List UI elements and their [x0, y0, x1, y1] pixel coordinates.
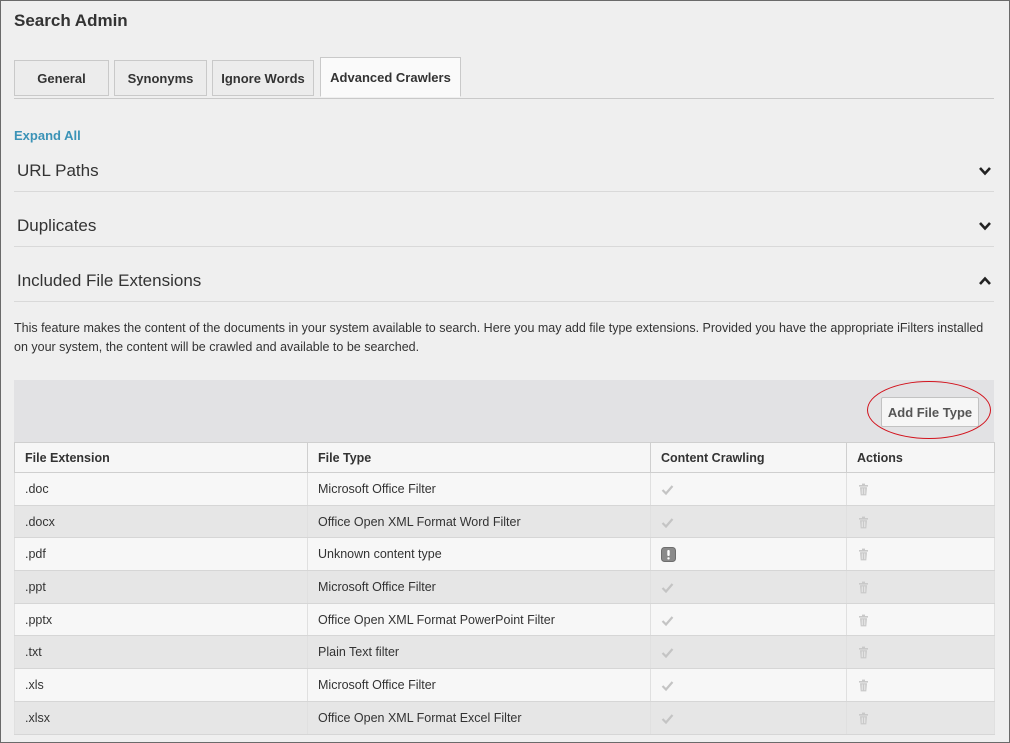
expand-all-link[interactable]: Expand All: [14, 128, 81, 143]
trash-icon[interactable]: [857, 580, 870, 594]
section-duplicates[interactable]: Duplicates: [14, 206, 994, 247]
cell-file-extension: .xls: [14, 668, 308, 702]
cell-file-type: Microsoft Office Filter: [307, 570, 651, 604]
tab-advanced-crawlers[interactable]: Advanced Crawlers: [320, 57, 461, 97]
cell-actions: [846, 603, 995, 637]
cell-content-crawling: [650, 668, 847, 702]
section-url-paths[interactable]: URL Paths: [14, 151, 994, 192]
tab-synonyms[interactable]: Synonyms: [114, 60, 207, 96]
cell-file-type: Microsoft Office Filter: [307, 668, 651, 702]
cell-file-type: Microsoft Office Filter: [307, 472, 651, 506]
cell-content-crawling: [650, 505, 847, 539]
column-header-file-extension[interactable]: File Extension: [14, 442, 308, 473]
cell-content-crawling: [650, 701, 847, 735]
check-icon: [661, 645, 674, 659]
trash-icon[interactable]: [857, 645, 870, 659]
section-description: This feature makes the content of the do…: [14, 321, 984, 354]
cell-file-extension: .pptx: [14, 603, 308, 637]
check-icon: [661, 678, 674, 692]
cell-file-type: Plain Text filter: [307, 635, 651, 670]
cell-actions: [846, 635, 995, 670]
cell-file-extension: .ppt: [14, 570, 308, 604]
section-title: Included File Extensions: [17, 271, 202, 290]
cell-content-crawling: [650, 537, 847, 572]
table-row: .doc Microsoft Office Filter: [14, 472, 995, 506]
section-title: URL Paths: [17, 161, 99, 180]
section-included-file-extensions[interactable]: Included File Extensions: [14, 261, 994, 302]
table-row: .pdf Unknown content type: [14, 537, 995, 572]
cell-content-crawling: [650, 635, 847, 670]
tab-bar: General Synonyms Ignore Words Advanced C…: [14, 57, 994, 99]
add-file-type-button[interactable]: Add File Type: [881, 397, 979, 427]
column-header-file-type[interactable]: File Type: [307, 442, 651, 473]
cell-actions: [846, 505, 995, 539]
cell-file-extension: .docx: [14, 505, 308, 539]
trash-icon[interactable]: [857, 612, 870, 627]
check-icon: [661, 482, 674, 496]
cell-content-crawling: [650, 472, 847, 506]
cell-actions: [846, 472, 995, 506]
check-icon: [661, 514, 674, 528]
trash-icon[interactable]: [857, 711, 870, 725]
table-row: .xlsx Office Open XML Format Excel Filter: [14, 701, 995, 735]
trash-icon[interactable]: [857, 547, 870, 561]
check-icon: [661, 580, 674, 594]
cell-file-extension: .pdf: [14, 537, 308, 572]
cell-file-extension: .txt: [14, 635, 308, 670]
tab-general[interactable]: General: [14, 60, 109, 96]
cell-file-type: Office Open XML Format Word Filter: [307, 505, 651, 539]
trash-icon[interactable]: [857, 482, 870, 496]
table-header-row: File Extension File Type Content Crawlin…: [14, 442, 995, 473]
table-row: .xls Microsoft Office Filter: [14, 668, 995, 702]
table-row: .docx Office Open XML Format Word Filter: [14, 505, 995, 539]
table-row: .txt Plain Text filter: [14, 635, 995, 670]
table-body: .doc Microsoft Office Filter .docx Office O…: [14, 472, 995, 735]
cell-actions: [846, 537, 995, 572]
cell-content-crawling: [650, 570, 847, 604]
tab-ignore-words[interactable]: Ignore Words: [212, 60, 314, 96]
file-extensions-table: File Extension File Type Content Crawlin…: [14, 442, 995, 735]
warning-icon: [661, 546, 676, 562]
column-header-content-crawling[interactable]: Content Crawling: [650, 442, 847, 473]
search-admin-panel: Search Admin General Synonyms Ignore Wor…: [0, 0, 1010, 743]
table-row: .pptx Office Open XML Format PowerPoint F…: [14, 603, 995, 637]
cell-actions: [846, 668, 995, 702]
cell-file-type: Office Open XML Format PowerPoint Filter: [307, 603, 651, 637]
table-toolbar: Add File Type: [14, 380, 994, 442]
cell-actions: [846, 701, 995, 735]
trash-icon[interactable]: [857, 514, 870, 529]
chevron-down-icon[interactable]: [978, 219, 992, 233]
cell-actions: [846, 570, 995, 604]
chevron-up-icon[interactable]: [978, 274, 992, 288]
column-header-actions: Actions: [846, 442, 995, 473]
table-row: .ppt Microsoft Office Filter: [14, 570, 995, 604]
cell-file-extension: .xlsx: [14, 701, 308, 735]
check-icon: [661, 711, 674, 725]
trash-icon[interactable]: [857, 678, 870, 692]
section-title: Duplicates: [17, 216, 97, 235]
page-title: Search Admin: [14, 11, 128, 30]
check-icon: [661, 612, 674, 626]
cell-file-type: Unknown content type: [307, 537, 651, 572]
cell-content-crawling: [650, 603, 847, 637]
chevron-down-icon[interactable]: [978, 164, 992, 178]
cell-file-extension: .doc: [14, 472, 308, 506]
cell-file-type: Office Open XML Format Excel Filter: [307, 701, 651, 735]
